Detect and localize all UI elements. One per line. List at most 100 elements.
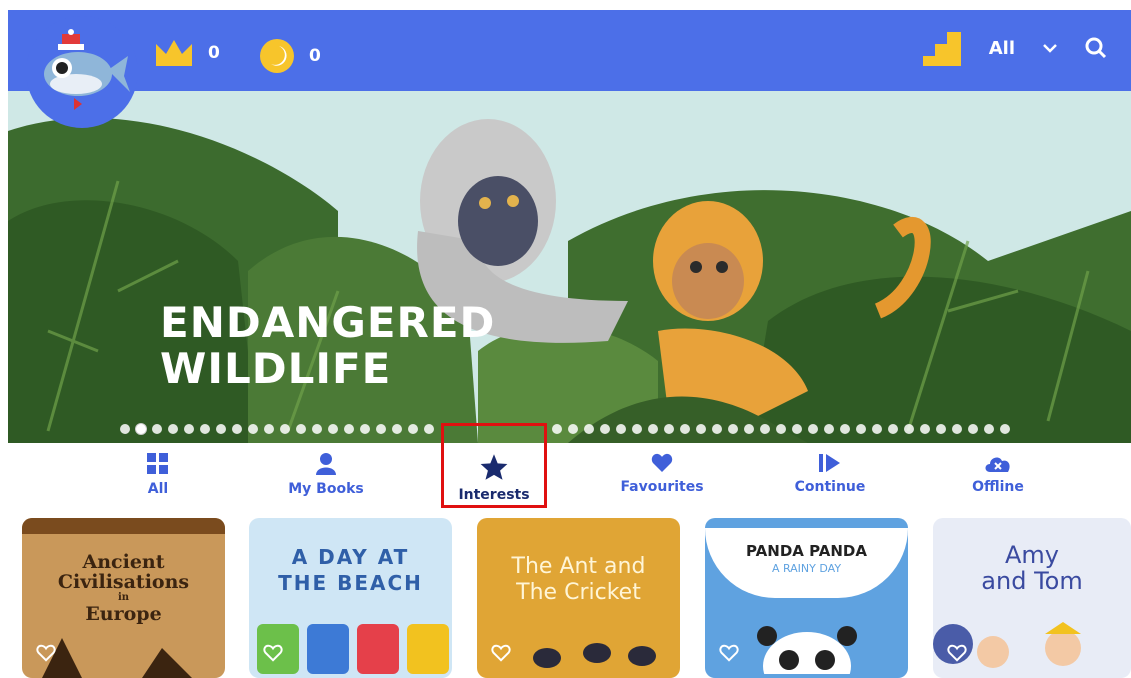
tab-my-books[interactable]: My Books — [266, 453, 386, 497]
crown-count: 0 — [208, 43, 220, 63]
carousel-dot[interactable] — [888, 424, 898, 434]
carousel-dot[interactable] — [872, 424, 882, 434]
hero-title-line2: WILDLIFE — [160, 344, 392, 393]
carousel-dot[interactable] — [1000, 424, 1010, 434]
filter-label[interactable]: All — [989, 38, 1015, 59]
carousel-dot[interactable] — [152, 424, 162, 434]
carousel-dot[interactable] — [424, 424, 434, 434]
person-icon — [316, 453, 336, 475]
carousel-dot[interactable] — [808, 424, 818, 434]
coin-icon — [260, 39, 294, 73]
hero-title-line1: ENDANGERED — [160, 298, 496, 347]
carousel-dot[interactable] — [984, 424, 994, 434]
heart-icon[interactable] — [36, 644, 56, 662]
book-card-ancient-civilisations[interactable]: Ancient Civilisations in Europe — [22, 518, 225, 678]
carousel-dot[interactable] — [920, 424, 930, 434]
coin-count: 0 — [309, 46, 321, 66]
book-card-ant-and-cricket[interactable]: The Ant and The Cricket — [477, 518, 680, 678]
tab-continue[interactable]: Continue — [770, 453, 890, 495]
book-title-line: A RAINY DAY — [771, 562, 842, 575]
carousel-dot[interactable] — [792, 424, 802, 434]
carousel-dot[interactable] — [184, 424, 194, 434]
heart-icon[interactable] — [947, 644, 967, 662]
carousel-dot[interactable] — [584, 424, 594, 434]
carousel-dot[interactable] — [840, 424, 850, 434]
carousel-dot[interactable] — [904, 424, 914, 434]
carousel-dot[interactable] — [968, 424, 978, 434]
coin-counter: 0 — [259, 38, 321, 74]
book-title-line: Civilisations — [57, 571, 190, 593]
carousel-dot[interactable] — [760, 424, 770, 434]
selection-highlight — [441, 423, 547, 508]
carousel-dot[interactable] — [360, 424, 370, 434]
cloud-icon — [985, 457, 1010, 472]
carousel-dot[interactable] — [712, 424, 722, 434]
book-title-line: and Tom — [981, 567, 1083, 595]
carousel-dot[interactable] — [120, 424, 130, 434]
carousel-dot[interactable] — [136, 424, 146, 434]
avatar[interactable] — [26, 16, 138, 128]
heart-icon — [651, 453, 673, 472]
book-title-line: THE BEACH — [278, 571, 423, 595]
carousel-dot[interactable] — [952, 424, 962, 434]
tab-offline[interactable]: Offline — [938, 453, 1058, 495]
carousel-dot[interactable] — [600, 424, 610, 434]
carousel-dot[interactable] — [312, 424, 322, 434]
book-title-line: A DAY AT — [291, 545, 410, 569]
chevron-down-icon[interactable] — [1043, 43, 1057, 53]
book-title-line: Amy — [1005, 541, 1059, 569]
carousel-indicators[interactable] — [120, 424, 1010, 434]
carousel-dot[interactable] — [632, 424, 642, 434]
book-title-line: PANDA PANDA — [746, 542, 867, 560]
carousel-dot[interactable] — [200, 424, 210, 434]
carousel-dot[interactable] — [328, 424, 338, 434]
carousel-dot[interactable] — [824, 424, 834, 434]
carousel-dot[interactable] — [776, 424, 786, 434]
tab-label: My Books — [288, 481, 364, 497]
book-card-panda-panda[interactable]: PANDA PANDA A RAINY DAY — [705, 518, 908, 678]
carousel-dot[interactable] — [616, 424, 626, 434]
stairs-icon[interactable] — [922, 30, 961, 66]
carousel-dot[interactable] — [248, 424, 258, 434]
play-icon — [819, 454, 840, 472]
carousel-dot[interactable] — [680, 424, 690, 434]
search-icon[interactable] — [1085, 37, 1107, 59]
carousel-dot[interactable] — [408, 424, 418, 434]
category-tabs: All My Books Interests Favourites Contin… — [0, 445, 1131, 510]
heart-icon[interactable] — [491, 644, 511, 662]
carousel-dot[interactable] — [648, 424, 658, 434]
carousel-dot[interactable] — [280, 424, 290, 434]
heart-icon[interactable] — [719, 644, 739, 662]
carousel-dot[interactable] — [216, 424, 226, 434]
book-row: Ancient Civilisations in Europe A DAY AT… — [0, 518, 1131, 678]
tab-label: All — [147, 481, 169, 497]
book-title-line: The Cricket — [516, 580, 641, 605]
carousel-dot[interactable] — [936, 424, 946, 434]
tab-label: Offline — [972, 479, 1024, 495]
carousel-dot[interactable] — [728, 424, 738, 434]
carousel-dot[interactable] — [664, 424, 674, 434]
top-right-controls: All — [895, 30, 1107, 66]
tab-all[interactable]: All — [98, 453, 218, 497]
crown-icon — [156, 40, 192, 66]
book-illustration — [933, 622, 1081, 668]
carousel-dot[interactable] — [376, 424, 386, 434]
carousel-dot[interactable] — [392, 424, 402, 434]
carousel-dot[interactable] — [344, 424, 354, 434]
book-card-a-day-at-the-beach[interactable]: A DAY AT THE BEACH — [249, 518, 452, 678]
carousel-dot[interactable] — [856, 424, 866, 434]
carousel-dot[interactable] — [568, 424, 578, 434]
carousel-dot[interactable] — [264, 424, 274, 434]
carousel-dot[interactable] — [552, 424, 562, 434]
carousel-dot[interactable] — [296, 424, 306, 434]
carousel-dot[interactable] — [696, 424, 706, 434]
carousel-dot[interactable] — [168, 424, 178, 434]
carousel-dot[interactable] — [744, 424, 754, 434]
carousel-dot[interactable] — [232, 424, 242, 434]
tab-favourites[interactable]: Favourites — [602, 453, 722, 495]
book-title-line: Europe — [85, 603, 162, 625]
heart-icon[interactable] — [263, 644, 283, 662]
book-card-amy-and-tom[interactable]: Amy and Tom — [933, 518, 1131, 678]
hero-title: ENDANGERED WILDLIFE — [160, 300, 495, 392]
tab-label: Favourites — [620, 479, 704, 495]
